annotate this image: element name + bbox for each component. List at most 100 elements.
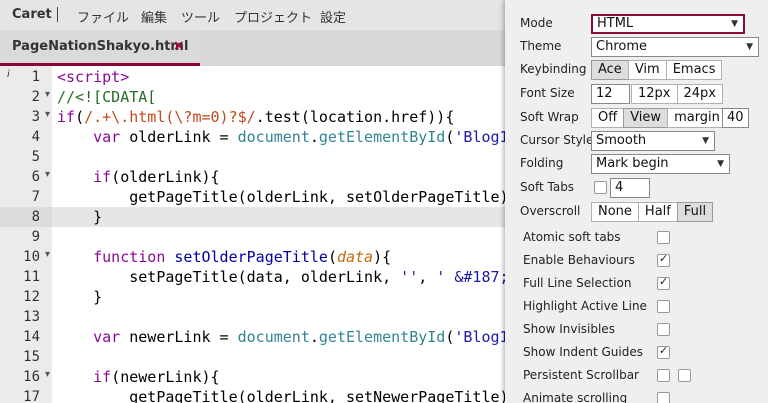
setting-checkbox[interactable] xyxy=(657,369,670,382)
setting-checkbox[interactable] xyxy=(657,323,670,336)
code-line[interactable]: 7 getPageTitle(olderLink, setOlderPageTi… xyxy=(0,187,505,207)
app-name: Caret xyxy=(12,7,52,22)
setting-keybinding: Keybinding Ace Vim Emacs xyxy=(520,60,768,80)
cursor-style-label: Cursor Style xyxy=(520,133,594,147)
line-number: 12 xyxy=(23,289,40,305)
code-text: if(/.+\.html(\?m=0)?$/.test(location.hre… xyxy=(57,108,454,126)
soft-wrap-view-button[interactable]: View xyxy=(623,108,669,128)
setting-checkbox[interactable] xyxy=(657,300,670,313)
file-tab[interactable]: PageNationShakyo.html × xyxy=(0,30,200,66)
line-number: 14 xyxy=(23,329,40,345)
soft-wrap-options: Off View margin xyxy=(591,108,727,128)
soft-tabs-checkbox[interactable] xyxy=(594,181,607,194)
soft-wrap-off-button[interactable]: Off xyxy=(591,108,625,128)
font-size-24px-button[interactable]: 24px xyxy=(676,84,723,104)
settings-panel: Mode HTML ▼ Theme Chrome ▼ Keybinding Ac… xyxy=(505,0,768,403)
code-text: getPageTitle(olderLink, setNewerPageTitl… xyxy=(57,388,505,403)
gutter-cell: 4 xyxy=(0,127,52,147)
setting-cursor-style: Cursor Style Smooth ▼ xyxy=(520,131,768,151)
line-number: 11 xyxy=(23,269,40,285)
keybinding-ace-button[interactable]: Ace xyxy=(591,60,629,80)
code-line[interactable]: 10 ▾ function setOlderPageTitle(data){ xyxy=(0,247,505,267)
gutter-cell: 12 xyxy=(0,287,52,307)
code-line[interactable]: 8 } xyxy=(0,207,505,227)
menu-project[interactable]: プロジェクト xyxy=(234,7,312,26)
folding-select[interactable]: Mark begin ▼ xyxy=(591,154,730,174)
checkbox-setting-row: Highlight Active Line xyxy=(523,297,768,317)
code-token: getPageTitle(olderLink, setNewerPageTitl… xyxy=(57,388,505,403)
keybinding-emacs-button[interactable]: Emacs xyxy=(665,60,723,80)
menubar-separator xyxy=(57,7,58,22)
keybinding-vim-button[interactable]: Vim xyxy=(627,60,667,80)
code-token: data xyxy=(336,248,374,266)
code-line[interactable]: 16 ▾ if(newerLink){ xyxy=(0,367,505,387)
code-token: ' &#187; xyxy=(436,268,505,286)
code-token: newerLink = xyxy=(120,328,238,346)
setting-theme: Theme Chrome ▼ xyxy=(520,37,768,57)
gutter-cell: 14 xyxy=(0,327,52,347)
fold-toggle-icon[interactable]: ▾ xyxy=(45,89,50,100)
overscroll-full-button[interactable]: Full xyxy=(676,202,714,222)
setting-checkbox[interactable] xyxy=(657,252,670,267)
fold-toggle-icon[interactable]: ▾ xyxy=(45,369,50,380)
font-size-input[interactable]: 12 xyxy=(591,84,630,104)
code-token: document xyxy=(237,328,310,346)
setting-checkbox[interactable] xyxy=(657,392,670,403)
code-token: if xyxy=(57,108,76,126)
menu-edit[interactable]: 編集 xyxy=(141,7,167,26)
checkbox-setting-label: Highlight Active Line xyxy=(523,299,647,313)
code-text: var newerLink = document.getElementById(… xyxy=(57,328,505,346)
code-token: //<![CDATA[ xyxy=(57,88,157,106)
menu-file[interactable]: ファイル xyxy=(77,7,129,26)
code-line[interactable]: 11 setPageTitle(data, olderLink, '', ' &… xyxy=(0,267,505,287)
setting-checkbox[interactable] xyxy=(657,231,670,244)
code-line[interactable]: 15 xyxy=(0,347,505,367)
menu-settings[interactable]: 設定 xyxy=(320,7,346,26)
setting-checkbox[interactable] xyxy=(657,275,670,290)
code-token: getElementById xyxy=(318,128,446,146)
fold-toggle-icon[interactable]: ▾ xyxy=(45,109,50,120)
checkbox-setting-label: Animate scrolling xyxy=(523,391,628,403)
overscroll-half-button[interactable]: Half xyxy=(637,202,678,222)
mode-select[interactable]: HTML ▼ xyxy=(591,14,745,34)
code-line[interactable]: 17 getPageTitle(olderLink, setNewerPageT… xyxy=(0,387,505,403)
fold-toggle-icon[interactable]: ▾ xyxy=(45,249,50,260)
theme-select[interactable]: Chrome ▼ xyxy=(591,37,759,57)
code-token: /.+\.html(\?m=0)?$/ xyxy=(84,108,256,126)
code-token: var xyxy=(93,328,121,346)
code-line[interactable]: i 1 <script> xyxy=(0,67,505,87)
code-token: ){ xyxy=(373,248,392,266)
code-line[interactable]: 3 ▾ if(/.+\.html(\?m=0)?$/.test(location.h… xyxy=(0,107,505,127)
soft-wrap-margin-button[interactable]: margin xyxy=(667,108,727,128)
line-number: 13 xyxy=(23,309,40,325)
code-line[interactable]: 13 xyxy=(0,307,505,327)
chevron-down-icon: ▼ xyxy=(746,42,753,52)
code-line[interactable]: 6 ▾ if(olderLink){ xyxy=(0,167,505,187)
menu-tools[interactable]: ツール xyxy=(181,7,220,26)
cursor-style-select[interactable]: Smooth ▼ xyxy=(591,131,715,151)
code-line[interactable]: 14 var newerLink = document.getElementBy… xyxy=(0,327,505,347)
code-text: if(newerLink){ xyxy=(57,368,219,386)
soft-wrap-input[interactable]: 40 xyxy=(722,108,749,128)
setting-mode: Mode HTML ▼ xyxy=(520,14,768,34)
line-number: 10 xyxy=(23,249,40,265)
code-editor[interactable]: i 1 <script> 2 ▾//<![CDATA[3 ▾ if(/.+\.html(\?… xyxy=(0,66,505,403)
close-tab-icon[interactable]: × xyxy=(173,38,185,54)
setting-checkbox-secondary[interactable] xyxy=(678,369,691,382)
code-token: setOlderPageTitle xyxy=(174,248,328,266)
code-line[interactable]: 12 } xyxy=(0,287,505,307)
font-size-12px-button[interactable]: 12px xyxy=(631,84,678,104)
setting-checkbox[interactable] xyxy=(657,344,670,359)
code-line[interactable]: 4 var olderLink = document.getElementByI… xyxy=(0,127,505,147)
overscroll-none-button[interactable]: None xyxy=(591,202,639,222)
code-line[interactable]: 9 xyxy=(0,227,505,247)
setting-font-size: Font Size 12 12px 24px xyxy=(520,84,768,104)
soft-tabs-input[interactable]: 4 xyxy=(610,178,650,198)
gutter-cell: 10 ▾ xyxy=(0,247,52,267)
code-line[interactable]: 2 ▾//<![CDATA[ xyxy=(0,87,505,107)
code-line[interactable]: 5 xyxy=(0,147,505,167)
cursor-style-value: Smooth xyxy=(596,133,647,148)
fold-toggle-icon[interactable]: ▾ xyxy=(45,169,50,180)
keybinding-label: Keybinding xyxy=(520,62,587,76)
